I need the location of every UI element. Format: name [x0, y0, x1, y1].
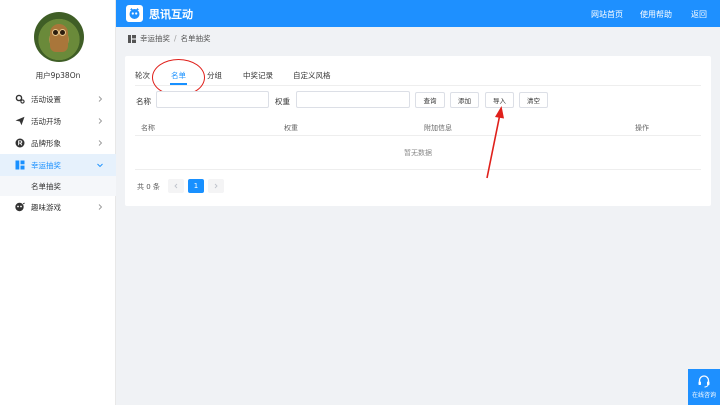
- weight-label: 权重: [275, 97, 290, 106]
- sidebar-item-brand-image[interactable]: 品牌形象: [0, 132, 116, 154]
- breadcrumb-separator: /: [174, 34, 177, 43]
- column-header: 操作: [635, 124, 649, 132]
- gamepad-icon: [15, 202, 25, 212]
- breadcrumb-item[interactable]: 幸运抽奖: [140, 33, 170, 44]
- nav-help-link[interactable]: 使用帮助: [640, 9, 672, 20]
- sidebar-item-activity-opening[interactable]: 活动开场: [0, 110, 116, 132]
- tabs-divider: [135, 85, 701, 86]
- chevron-left-icon: [174, 183, 178, 189]
- pagination-prev-button[interactable]: [168, 179, 184, 193]
- sidebar-nav: 活动设置 活动开场 品牌形象 幸运抽奖 名单抽奖 趣味游戏: [0, 88, 116, 218]
- sidebar-item-label: 品牌形象: [31, 138, 61, 148]
- nav-back-link[interactable]: 返回: [691, 9, 707, 20]
- search-button[interactable]: 查询: [415, 92, 445, 108]
- breadcrumb: 幸运抽奖 / 名单抽奖: [128, 33, 211, 44]
- top-bar: 思讯互动 网站首页 使用帮助 返回: [116, 0, 720, 27]
- sidebar-item-label: 活动设置: [31, 94, 61, 104]
- grid-icon: [128, 34, 136, 43]
- sidebar-subitem-list-draw[interactable]: 名单抽奖: [0, 176, 116, 196]
- logo-icon: [126, 5, 143, 22]
- pagination-next-button[interactable]: [208, 179, 224, 193]
- tab-custom-style[interactable]: 自定义风格: [293, 70, 331, 81]
- paper-plane-icon: [15, 116, 25, 126]
- name-input[interactable]: [156, 91, 269, 108]
- breadcrumb-current: 名单抽奖: [180, 34, 211, 43]
- tab-winning-records[interactable]: 中奖记录: [243, 70, 273, 81]
- headset-icon: [698, 375, 710, 388]
- weight-input[interactable]: [296, 91, 410, 108]
- online-consult-button[interactable]: 在线咨询: [688, 369, 720, 405]
- sidebar-item-label: 幸运抽奖: [31, 160, 61, 170]
- username: 用户9p38On: [35, 71, 81, 80]
- grid-icon: [15, 160, 25, 170]
- brand-name: 思讯互动: [149, 8, 193, 21]
- column-header: 权重: [284, 124, 298, 132]
- avatar[interactable]: [34, 12, 84, 62]
- chevron-right-icon: [98, 96, 103, 102]
- pagination-total: 共 0 条: [137, 183, 160, 191]
- column-header: 名称: [141, 124, 155, 132]
- tab-groups[interactable]: 分组: [207, 70, 222, 81]
- sidebar: 用户9p38On 活动设置 活动开场 品牌形象 幸运抽奖 名单抽奖 趣味游戏: [0, 0, 116, 405]
- name-label: 名称: [136, 97, 151, 106]
- nav-home-link[interactable]: 网站首页: [591, 9, 623, 20]
- content-card: 轮次 名单 分组 中奖记录 自定义风格 名称 权重 查询 添加 导入 清空 名称…: [125, 56, 711, 206]
- chevron-right-icon: [98, 204, 103, 210]
- registered-icon: [15, 138, 25, 148]
- clear-button[interactable]: 清空: [519, 92, 548, 108]
- sidebar-item-activity-settings[interactable]: 活动设置: [0, 88, 116, 110]
- chevron-right-icon: [98, 140, 103, 146]
- pagination-page-current[interactable]: 1: [188, 179, 204, 193]
- empty-table-message: 暂无数据: [135, 136, 701, 170]
- tab-rounds[interactable]: 轮次: [135, 70, 150, 81]
- sidebar-item-label: 趣味游戏: [31, 202, 61, 212]
- add-button[interactable]: 添加: [450, 92, 479, 108]
- column-header: 附加信息: [424, 124, 452, 132]
- table-header: 名称 权重 附加信息 操作: [135, 118, 701, 136]
- sidebar-item-label: 活动开场: [31, 116, 61, 126]
- chevron-right-icon: [98, 118, 103, 124]
- gear-icon: [15, 94, 25, 104]
- sidebar-item-fun-games[interactable]: 趣味游戏: [0, 196, 116, 218]
- online-consult-label: 在线咨询: [691, 392, 716, 399]
- chevron-right-icon: [214, 183, 218, 189]
- sidebar-item-lucky-draw[interactable]: 幸运抽奖: [0, 154, 116, 176]
- chevron-down-icon: [97, 163, 103, 168]
- annotation-arrow: [486, 106, 504, 179]
